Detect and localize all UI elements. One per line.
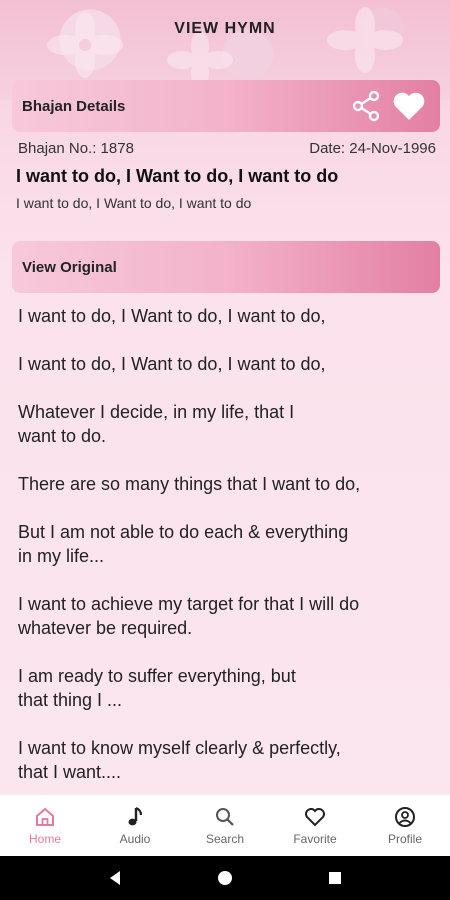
nav-search[interactable]: Search	[180, 806, 270, 846]
bhajan-meta: Bhajan No.: 1878 Date: 24-Nov-1996	[18, 140, 436, 157]
lyric-paragraph: I am ready to suffer everything, but tha…	[18, 666, 296, 710]
nav-search-label: Search	[205, 831, 245, 846]
nav-audio[interactable]: Audio	[90, 806, 180, 846]
home-circle-icon[interactable]	[216, 869, 234, 887]
share-icon[interactable]	[350, 90, 382, 122]
music-note-icon	[128, 806, 143, 825]
profile-icon	[395, 806, 415, 827]
home-icon	[36, 807, 54, 826]
flower-decoration	[327, 7, 403, 73]
heart-icon[interactable]	[392, 90, 426, 122]
lyrics-container[interactable]: I want to do, I Want to do, I want to do…	[18, 304, 433, 792]
nav-profile[interactable]: Profile	[360, 806, 450, 846]
bhajan-details-label: Bhajan Details	[22, 97, 126, 115]
heart-outline-icon	[305, 807, 325, 826]
back-icon[interactable]	[106, 869, 124, 887]
hymn-subtitle: I want to do, I Want to do, I want to do	[16, 195, 252, 211]
bhajan-details-bar: Bhajan Details	[12, 80, 440, 132]
nav-audio-label: Audio	[119, 831, 151, 846]
bhajan-number: Bhajan No.: 1878	[18, 140, 134, 157]
view-original-label: View Original	[22, 258, 117, 276]
nav-home-label: Home	[28, 831, 61, 846]
hymn-title: I want to do, I Want to do, I want to do	[16, 166, 339, 186]
search-icon	[216, 807, 234, 826]
lyric-paragraph: There are so many things that I want to …	[18, 474, 361, 494]
lyric-paragraph: I want to know myself clearly & perfectl…	[18, 738, 341, 782]
lyric-paragraph: But I am not able to do each & everythin…	[18, 522, 349, 566]
nav-favorite-label: Favorite	[293, 831, 337, 846]
bhajan-date: Date: 24-Nov-1996	[309, 140, 436, 157]
nav-profile-label: Profile	[387, 831, 422, 846]
recents-icon[interactable]	[326, 869, 344, 887]
lyric-paragraph: Whatever I decide, in my life, that I wa…	[18, 402, 295, 446]
system-navigation-bar	[0, 856, 450, 900]
nav-home[interactable]: Home	[0, 806, 90, 846]
lyric-paragraph: I want to achieve my target for that I w…	[18, 594, 360, 638]
nav-favorite[interactable]: Favorite	[270, 806, 360, 846]
lyric-paragraph: I want to do, I Want to do, I want to do…	[18, 306, 326, 326]
view-original-button[interactable]: View Original	[12, 241, 440, 293]
lyric-paragraph: I want to do, I Want to do, I want to do…	[18, 354, 326, 374]
bottom-navigation: Home Audio Search Favorite Profile	[0, 794, 450, 856]
page-title: VIEW HYMN	[174, 20, 276, 37]
